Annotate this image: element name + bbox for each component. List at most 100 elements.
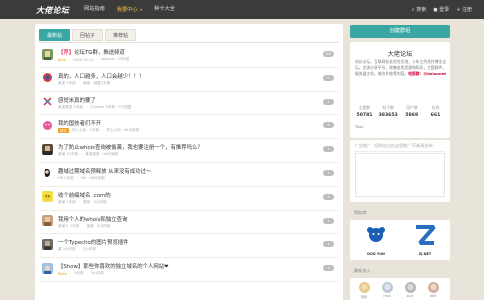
topic-meta: HK 2天前 · HK · 48分钟前 xyxy=(58,175,105,181)
topic-title[interactable]: 【荐】论坛TG群，推送频道 xyxy=(58,48,125,56)
member-item[interactable]: slurl xyxy=(401,282,419,298)
topic-title[interactable]: 收个前缀域名 .com的 xyxy=(58,191,111,199)
top-bar: 大佬论坛 网站指南 我要中心 ▾ 种卡大全 ⌕ 搜索 ● 登录 + 注册 xyxy=(0,0,484,19)
register-link[interactable]: + 注册 xyxy=(456,6,472,13)
avatar[interactable] xyxy=(42,238,53,250)
plus-icon: + xyxy=(456,7,461,13)
header-actions: ⌕ 搜索 ● 登录 + 注册 xyxy=(412,0,472,19)
topic-title[interactable]: 趣域过期域名预释放 从来没有成功过～ xyxy=(58,167,151,175)
search-icon: ⌕ xyxy=(411,7,415,13)
nav-item-center[interactable]: 我要中心 ▾ xyxy=(111,0,148,19)
topic-title[interactable]: 我的国技者们不开 xyxy=(58,119,101,127)
topic-meta: fans · 2020-10-21 · xgdyoo · 25天前 xyxy=(58,57,130,62)
nav-item-guide[interactable]: 网站指南 xyxy=(78,0,111,19)
list-item[interactable]: 【Show】那些你喜欢的独立域名的个人网站❤ Ryan · 3天前 · 2小时前 2 xyxy=(39,258,339,282)
topic-meta: 精华 开心上仙 · 1天前 · 开心上仙 · 44分钟前 xyxy=(58,128,140,134)
avatar[interactable] xyxy=(42,191,53,203)
sponsor-dogyun[interactable]: DOG YUN xyxy=(355,223,397,256)
topic-meta: 某某 1天前 · 某某 · 3小时前 xyxy=(58,199,107,205)
forum-stats: 主题数 50781 帖子数 383653 用户数 5869 在线 661 xyxy=(353,105,447,118)
topic-title[interactable]: 感觉米真的要了 xyxy=(58,96,96,104)
stat-posts: 帖子数 383653 xyxy=(378,105,398,118)
avatar xyxy=(381,282,393,293)
avatar[interactable] xyxy=(42,48,53,60)
avatar[interactable] xyxy=(42,167,53,179)
create-group-button[interactable]: 创建群组 xyxy=(350,25,450,38)
reply-count-badge: 1 xyxy=(323,217,334,224)
topic-list: 【荐】论坛TG群，推送频道 fans · 2020-10-21 · xgdyoo · 2… xyxy=(39,44,339,282)
topic-meta: 某某 12天前 · 某某某某 · 46分钟前 xyxy=(58,152,119,157)
new-members-card: 玩玩 rhuh slurl dkft xyxy=(350,278,450,300)
tab-latest[interactable]: 最新帖 xyxy=(39,29,71,41)
avatar xyxy=(358,282,370,293)
ad-slot[interactable] xyxy=(355,153,445,197)
zj-logo-icon xyxy=(416,225,436,245)
list-item[interactable]: 【荐】论坛TG群，推送频道 fans · 2020-10-21 · xgdyoo · 2… xyxy=(39,44,339,68)
reply-count-badge: 10 xyxy=(323,51,334,57)
main-nav: 网站指南 我要中心 ▾ 种卡大全 xyxy=(78,0,181,19)
sponsors-card: DOG YUN ZJ.NET xyxy=(350,220,450,260)
list-item[interactable]: 真的，人口越多，人口会越少！！！ 某某 2天前 · 阅读 · 回复1天前 0 xyxy=(39,68,339,92)
site-logo[interactable]: 大佬论坛 xyxy=(36,5,69,16)
member-item[interactable]: 玩玩 xyxy=(355,282,373,299)
reply-count-badge: 0 xyxy=(323,74,334,81)
login-link[interactable]: ● 登录 xyxy=(433,6,449,13)
avatar[interactable] xyxy=(42,119,53,131)
tab-recommended[interactable]: 推荐帖 xyxy=(105,29,137,41)
reply-count-badge: 1 xyxy=(323,146,334,153)
topic-meta: 某某人 2天前 · 某某 · 3小时前 xyxy=(58,223,111,229)
list-item[interactable]: 我用个人的whois和独立查询 某某人 2天前 · 某某 · 3小时前 1 xyxy=(39,211,339,235)
stat-topics: 主题数 50781 xyxy=(356,105,373,118)
reply-count-badge: 1 xyxy=(323,98,334,105)
ad-card: 广告推广（您的站点在这里推广TG新版发布） xyxy=(350,140,450,202)
member-item[interactable]: rhuh xyxy=(378,282,396,298)
search-link[interactable]: ⌕ 搜索 xyxy=(412,6,426,13)
list-item[interactable]: 趣域过期域名预释放 从来没有成功过～ HK 2天前 · HK · 48分钟前 1 xyxy=(39,163,339,187)
topic-meta: 某某某某 1天前 · 2Tdown 5天前 · 3个回复 xyxy=(58,104,132,110)
list-item[interactable]: 我的国技者们不开 精华 开心上仙 · 1天前 · 开心上仙 · 44分钟前 5 xyxy=(39,115,339,140)
topic-meta: 某 2小时前 · 2小时前 xyxy=(58,247,97,252)
sponsor-zjnet[interactable]: ZJ.NET xyxy=(404,223,446,256)
topic-title[interactable]: 【Show】那些你喜欢的独立域名的个人网站❤ xyxy=(58,262,169,270)
forum-description: 站长论坛，互联网站长综合交流，十年之约合作博主论坛，交流分享平台，收集各类资源和… xyxy=(355,59,447,76)
members-heading: 最新加入 xyxy=(354,268,371,273)
list-item[interactable]: 感觉米真的要了 某某某某 1天前 · 2Tdown 5天前 · 3个回复 1 xyxy=(39,92,339,116)
topic-title[interactable]: 为了防止whois查询被偷袭，我也要注册一个，有推荐吗么？ xyxy=(58,143,203,151)
reply-count-badge: 5 xyxy=(323,122,334,129)
forum-info-card: 大佬论坛 站长论坛，互联网站长综合交流，十年之约合作博主论坛，交流分享平台，收集… xyxy=(350,42,450,138)
topic-meta: Ryan · 3天前 · 2小时前 xyxy=(58,271,104,276)
reply-count-badge: 1 xyxy=(323,241,334,248)
stat-users: 用户数 5869 xyxy=(405,105,419,118)
topic-title[interactable]: 真的，人口越多，人口会越少！！！ xyxy=(58,72,144,80)
list-item[interactable]: 收个前缀域名 .com的 某某 1天前 · 某某 · 3小时前 3 xyxy=(39,187,339,211)
topic-tabs: 最新帖 回帖子 推荐帖 xyxy=(39,29,137,41)
avatar[interactable] xyxy=(42,143,53,155)
chevron-down-icon: ▾ xyxy=(140,7,143,12)
avatar xyxy=(404,282,416,293)
topic-list-panel: 最新帖 回帖子 推荐帖 【荐】论坛TG群，推送频道 fans · 2020-10-2… xyxy=(35,24,343,300)
tips-label: Tips： xyxy=(355,124,367,129)
avatar[interactable] xyxy=(42,72,53,84)
divider xyxy=(39,41,339,43)
avatar xyxy=(427,282,439,293)
topic-title[interactable]: 一个Typecho的图片预览插件 xyxy=(58,238,129,246)
list-item[interactable]: 为了防止whois查询被偷袭，我也要注册一个，有推荐吗么？ 某某 12天前 · 某某… xyxy=(39,139,339,163)
forum-title: 大佬论坛 xyxy=(387,51,413,58)
member-item[interactable]: dkft xyxy=(424,282,442,298)
tab-replies[interactable]: 回帖子 xyxy=(72,29,104,41)
nav-item-cards[interactable]: 种卡大全 xyxy=(148,0,181,19)
reply-count-badge: 1 xyxy=(323,169,334,176)
topic-title[interactable]: 我用个人的whois和独立查询 xyxy=(58,215,127,223)
ad-title[interactable]: 广告推广（您的站点在这里推广TG新版发布） xyxy=(355,143,445,152)
avatar[interactable] xyxy=(42,215,53,227)
topic-meta: 某某 2天前 · 阅读 · 回复1天前 xyxy=(58,80,111,86)
reply-count-badge: 2 xyxy=(323,265,334,272)
avatar[interactable] xyxy=(42,262,53,274)
list-item[interactable]: 一个Typecho的图片预览插件 某 2小时前 · 2小时前 1 xyxy=(39,234,339,259)
avatar[interactable] xyxy=(42,96,53,108)
user-icon: ● xyxy=(433,7,438,13)
stat-online: 在线 661 xyxy=(430,105,441,118)
telegram-link[interactable]: 电报群：@dalaonet xyxy=(408,71,446,76)
status-badge: 精华 xyxy=(58,128,69,134)
dog-icon xyxy=(367,227,385,242)
